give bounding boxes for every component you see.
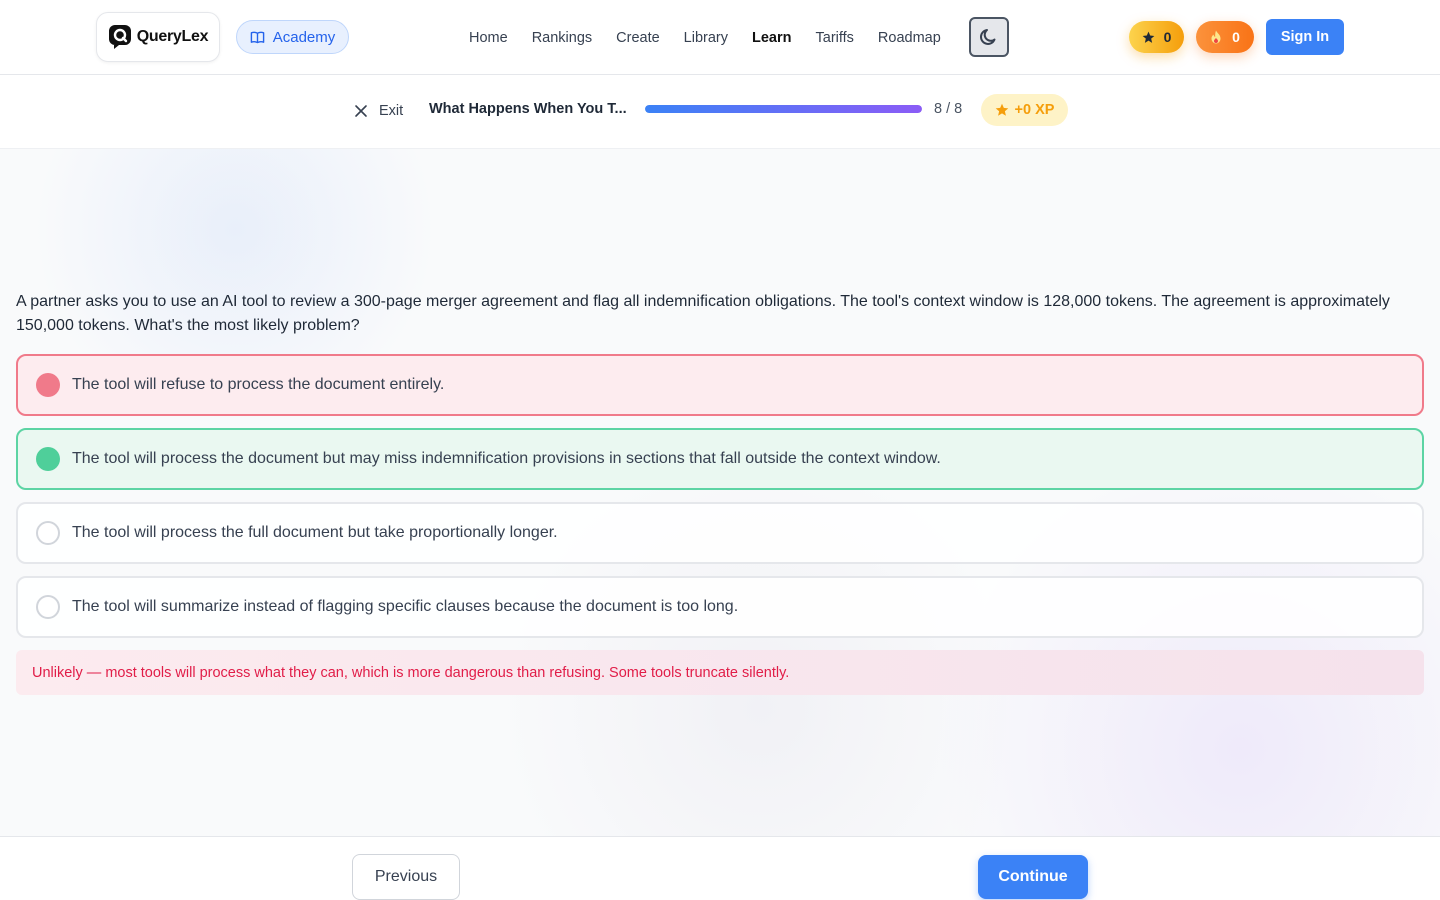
nav-library[interactable]: Library bbox=[672, 30, 740, 46]
sign-in-button[interactable]: Sign In bbox=[1266, 19, 1344, 55]
star-icon bbox=[995, 103, 1008, 116]
nav-roadmap[interactable]: Roadmap bbox=[866, 30, 953, 46]
logo-text: QueryLex bbox=[136, 28, 209, 45]
quiz-area: A partner asks you to use an AI tool to … bbox=[0, 149, 1440, 836]
xp-badge: +0 XP bbox=[981, 94, 1068, 126]
option-indicator bbox=[36, 521, 60, 545]
option-indicator bbox=[36, 595, 60, 619]
option-text: The tool will refuse to process the docu… bbox=[72, 376, 445, 393]
book-open-icon bbox=[250, 31, 265, 43]
lesson-title: What Happens When You T... bbox=[429, 101, 627, 117]
top-header: QueryLex Academy Home Rankings Create Li… bbox=[0, 0, 1440, 75]
flame-icon bbox=[1211, 30, 1221, 44]
lesson-progress-fill bbox=[645, 105, 922, 113]
nav-learn[interactable]: Learn bbox=[740, 30, 804, 46]
nav-home[interactable]: Home bbox=[457, 30, 520, 46]
question-text: A partner asks you to use an AI tool to … bbox=[16, 293, 1390, 334]
logo-icon bbox=[108, 25, 131, 49]
xp-label: +0 XP bbox=[1014, 102, 1055, 118]
option-indicator bbox=[36, 447, 60, 471]
academy-button[interactable]: Academy bbox=[236, 20, 349, 54]
option-text: The tool will process the full document … bbox=[72, 524, 558, 541]
quiz-footer: Previous Continue bbox=[0, 836, 1440, 900]
moon-icon bbox=[980, 29, 996, 45]
academy-label: Academy bbox=[272, 28, 336, 46]
querylex-logo[interactable]: QueryLex bbox=[96, 12, 220, 62]
close-icon bbox=[355, 105, 367, 117]
streak-count: 0 bbox=[1232, 29, 1240, 45]
exit-label: Exit bbox=[379, 103, 404, 119]
star-icon bbox=[1142, 31, 1154, 43]
answer-feedback: Unlikely — most tools will process what … bbox=[16, 650, 1424, 695]
previous-button[interactable]: Previous bbox=[352, 854, 460, 900]
stars-badge[interactable]: 0 bbox=[1129, 21, 1184, 53]
main-nav: Home Rankings Create Library Learn Tarif… bbox=[457, 0, 953, 75]
nav-rankings[interactable]: Rankings bbox=[520, 30, 604, 46]
answer-option-4[interactable]: The tool will summarize instead of flagg… bbox=[16, 576, 1424, 638]
nav-tariffs[interactable]: Tariffs bbox=[804, 30, 866, 46]
nav-create[interactable]: Create bbox=[604, 30, 672, 46]
option-text: The tool will process the document but m… bbox=[72, 450, 941, 467]
continue-button[interactable]: Continue bbox=[978, 855, 1088, 899]
theme-toggle-button[interactable] bbox=[969, 17, 1009, 57]
answer-option-3[interactable]: The tool will process the full document … bbox=[16, 502, 1424, 564]
exit-button[interactable]: Exit bbox=[354, 101, 403, 121]
stars-count: 0 bbox=[1163, 29, 1172, 45]
option-indicator bbox=[36, 373, 60, 397]
answer-option-2[interactable]: The tool will process the document but m… bbox=[16, 428, 1424, 490]
option-text: The tool will summarize instead of flagg… bbox=[72, 598, 739, 615]
lesson-progress-bar bbox=[645, 105, 922, 113]
answer-option-1[interactable]: The tool will refuse to process the docu… bbox=[16, 354, 1424, 416]
lesson-count: 8 / 8 bbox=[934, 101, 963, 117]
streak-badge[interactable]: 0 bbox=[1196, 21, 1254, 53]
